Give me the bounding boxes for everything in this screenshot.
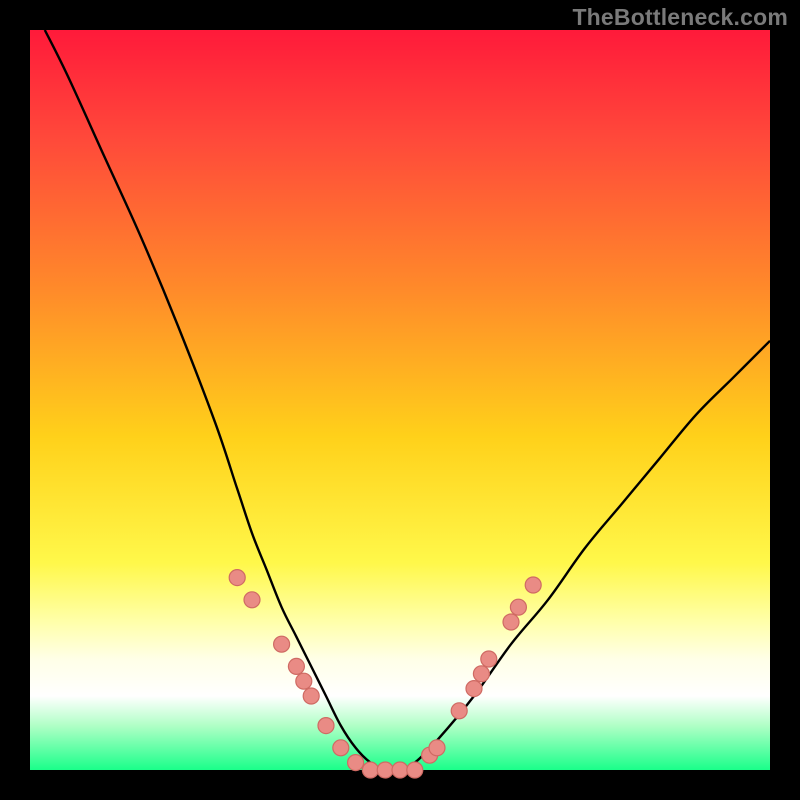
- chart-marker: [318, 718, 334, 734]
- chart-marker: [503, 614, 519, 630]
- chart-marker: [510, 599, 526, 615]
- watermark-label: TheBottleneck.com: [572, 4, 788, 31]
- chart-marker: [473, 666, 489, 682]
- chart-marker: [429, 740, 445, 756]
- chart-marker: [229, 570, 245, 586]
- chart-marker: [348, 755, 364, 771]
- chart-marker: [377, 762, 393, 778]
- chart-marker: [481, 651, 497, 667]
- chart-marker: [296, 673, 312, 689]
- chart-svg: [30, 30, 770, 770]
- chart-marker: [525, 577, 541, 593]
- chart-marker: [466, 681, 482, 697]
- chart-marker: [407, 762, 423, 778]
- chart-marker: [451, 703, 467, 719]
- chart-marker: [244, 592, 260, 608]
- chart-frame: TheBottleneck.com: [0, 0, 800, 800]
- chart-marker: [333, 740, 349, 756]
- chart-marker: [288, 658, 304, 674]
- chart-marker: [303, 688, 319, 704]
- chart-markers: [229, 570, 541, 778]
- chart-marker: [392, 762, 408, 778]
- chart-marker: [362, 762, 378, 778]
- chart-curve: [45, 30, 770, 771]
- chart-marker: [274, 636, 290, 652]
